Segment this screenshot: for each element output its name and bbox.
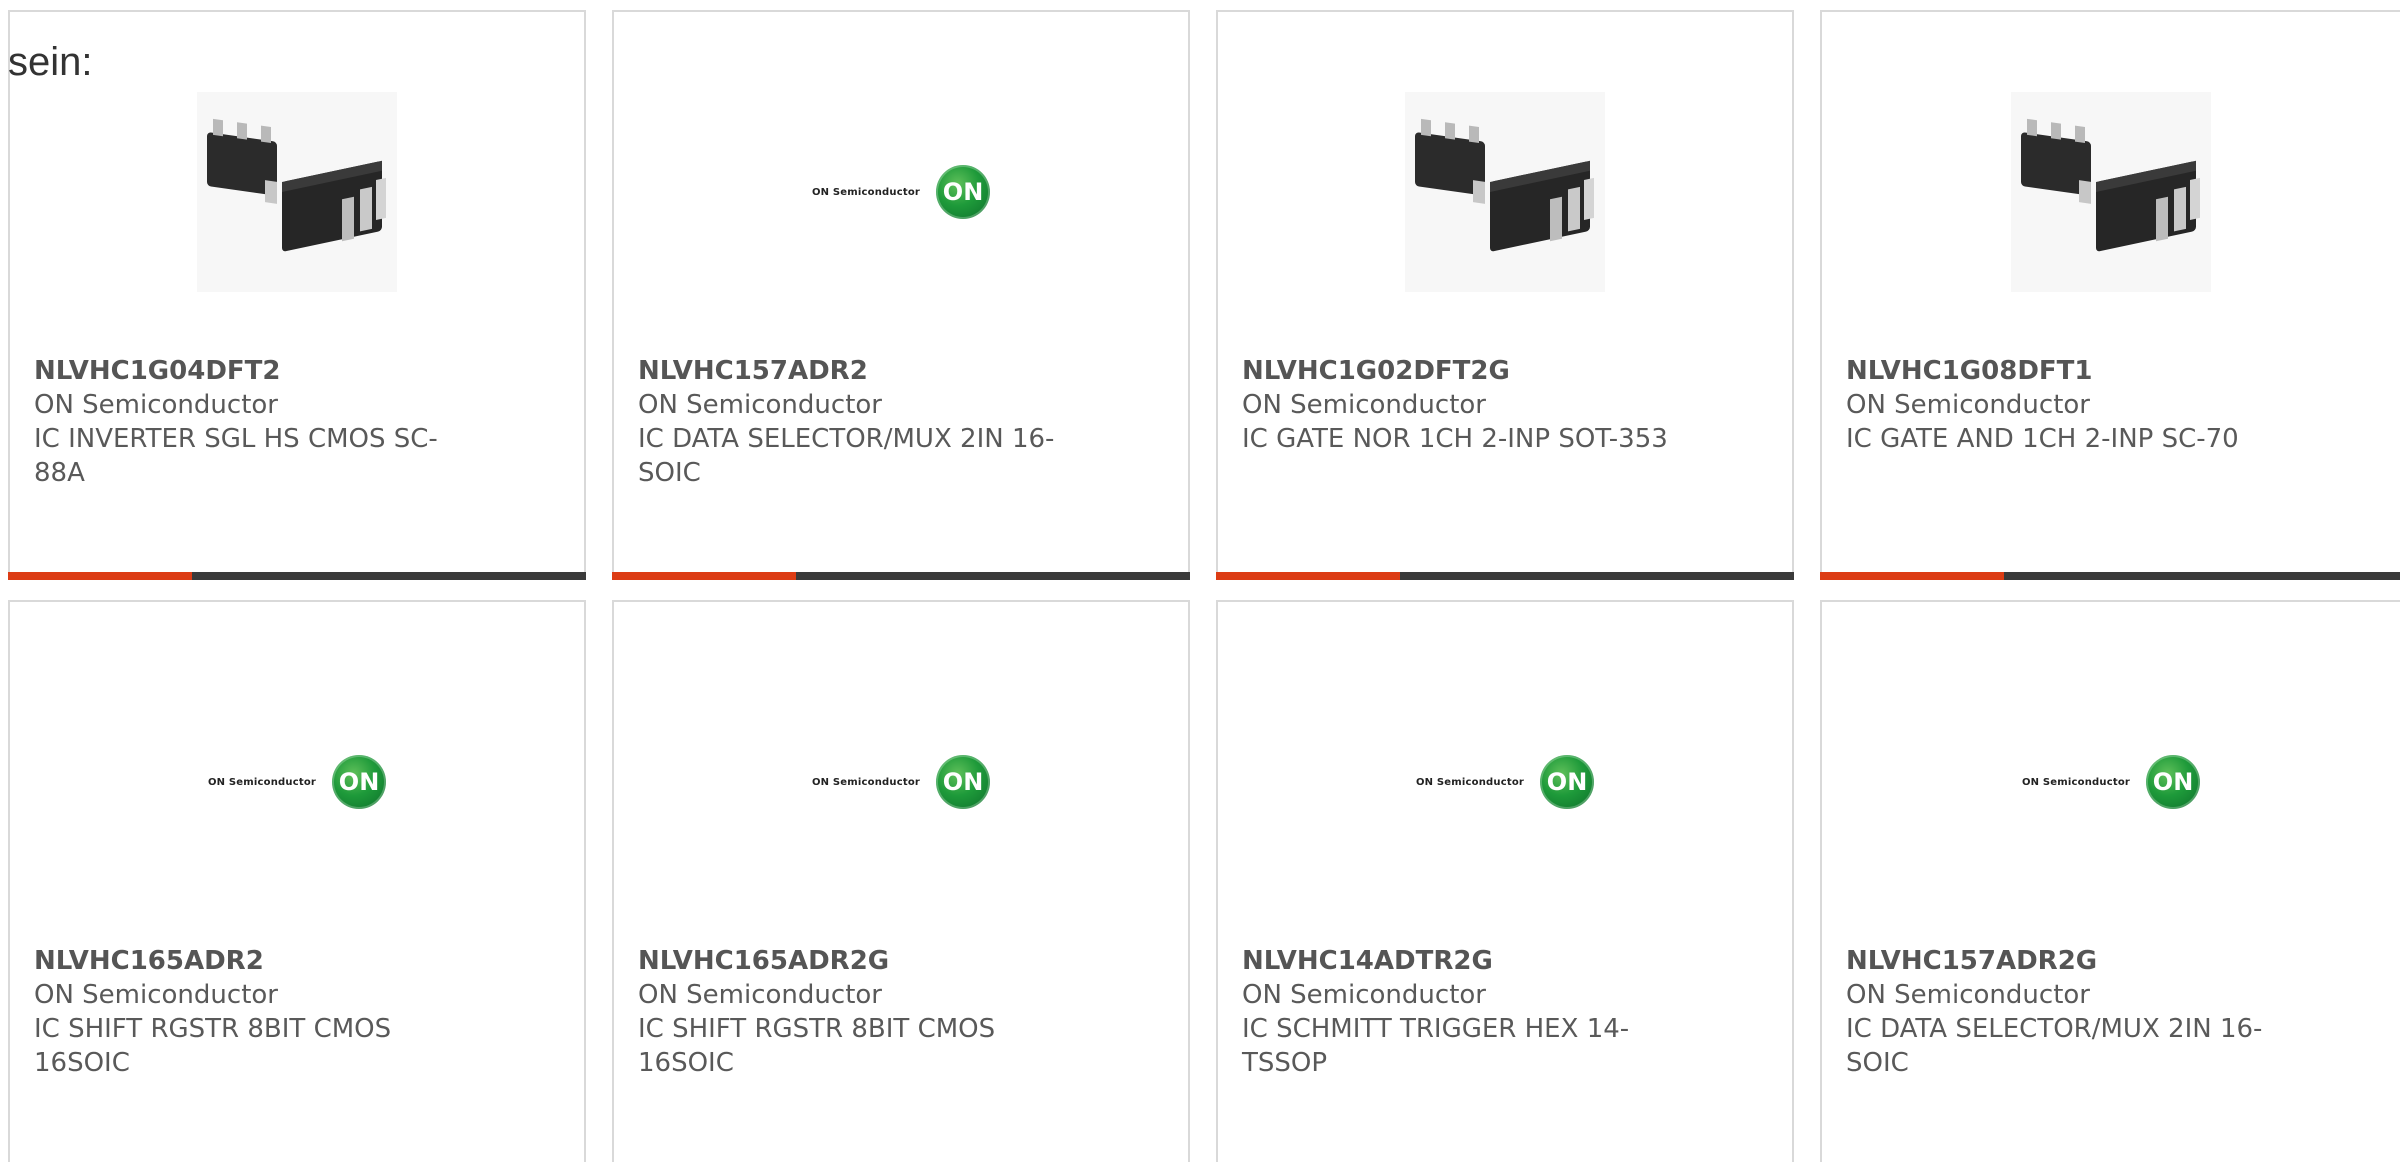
product-image-sc88-package (1218, 87, 1792, 297)
product-card[interactable]: NLVHC1G08DFT1 ON Semiconductor IC GATE A… (1820, 10, 2400, 580)
product-description: IC SHIFT RGSTR 8BIT CMOS 16SOIC (638, 1014, 996, 1078)
product-image-on-semiconductor-logo: ON Semiconductor ON (1822, 677, 2400, 887)
product-part-number[interactable]: NLVHC165ADR2G (638, 944, 1068, 978)
product-manufacturer: ON Semiconductor (1242, 390, 1486, 420)
lead-text: sein: (8, 40, 93, 84)
card-footer-accent (1820, 572, 2004, 580)
sc88-package-icon (1405, 92, 1605, 292)
logo-wordmark: ON Semiconductor (1415, 776, 1525, 788)
product-description: IC SCHMITT TRIGGER HEX 14-TSSOP (1242, 1014, 1630, 1078)
logo-wordmark: ON Semiconductor (811, 186, 921, 198)
product-manufacturer: ON Semiconductor (638, 390, 882, 420)
product-image-on-semiconductor-logo: ON Semiconductor ON (10, 677, 584, 887)
card-footer-accent (1216, 572, 1400, 580)
sc88-package-icon (2011, 92, 2211, 292)
product-description: IC DATA SELECTOR/MUX 2IN 16-SOIC (1846, 1014, 2263, 1078)
product-card[interactable]: ON Semiconductor ON NLVHC14ADTR2G ON Sem… (1216, 600, 1794, 1162)
logo-wordmark: ON Semiconductor (207, 776, 317, 788)
product-description: IC GATE AND 1CH 2-INP SC-70 (1846, 424, 2239, 454)
product-manufacturer: ON Semiconductor (1846, 980, 2090, 1010)
product-info: NLVHC1G02DFT2G ON Semiconductor IC GATE … (1242, 354, 1672, 456)
product-part-number[interactable]: NLVHC1G02DFT2G (1242, 354, 1672, 388)
product-image-sc88-package (10, 87, 584, 297)
product-card[interactable]: ON Semiconductor ON NLVHC165ADR2G ON Sem… (612, 600, 1190, 1162)
on-semiconductor-logo-icon: ON Semiconductor ON (811, 755, 991, 809)
on-semiconductor-logo-icon: ON Semiconductor ON (207, 755, 387, 809)
product-image-on-semiconductor-logo: ON Semiconductor ON (1218, 677, 1792, 887)
product-manufacturer: ON Semiconductor (34, 390, 278, 420)
product-image-on-semiconductor-logo: ON Semiconductor ON (614, 677, 1188, 887)
sc88-package-icon (197, 92, 397, 292)
on-semiconductor-logo-icon: ON Semiconductor ON (2021, 755, 2201, 809)
product-info: NLVHC14ADTR2G ON Semiconductor IC SCHMIT… (1242, 944, 1672, 1080)
card-footer-accent (8, 572, 192, 580)
product-info: NLVHC157ADR2 ON Semiconductor IC DATA SE… (638, 354, 1068, 490)
logo-mark: ON (332, 755, 387, 809)
product-part-number[interactable]: NLVHC165ADR2 (34, 944, 464, 978)
card-footer-bar (1820, 572, 2400, 580)
logo-wordmark: ON Semiconductor (2021, 776, 2131, 788)
card-footer-bar (1216, 572, 1794, 580)
product-part-number[interactable]: NLVHC157ADR2G (1846, 944, 2276, 978)
product-info: NLVHC165ADR2G ON Semiconductor IC SHIFT … (638, 944, 1068, 1080)
product-manufacturer: ON Semiconductor (1846, 390, 2090, 420)
product-part-number[interactable]: NLVHC157ADR2 (638, 354, 1068, 388)
on-semiconductor-logo-icon: ON Semiconductor ON (1415, 755, 1595, 809)
product-card[interactable]: ON Semiconductor ON NLVHC157ADR2 ON Semi… (612, 10, 1190, 580)
product-info: NLVHC157ADR2G ON Semiconductor IC DATA S… (1846, 944, 2276, 1080)
logo-wordmark: ON Semiconductor (811, 776, 921, 788)
card-footer-bar (612, 572, 1190, 580)
product-card[interactable]: NLVHC1G02DFT2G ON Semiconductor IC GATE … (1216, 10, 1794, 580)
logo-mark: ON (2146, 755, 2201, 809)
product-info: NLVHC1G08DFT1 ON Semiconductor IC GATE A… (1846, 354, 2276, 456)
product-info: NLVHC165ADR2 ON Semiconductor IC SHIFT R… (34, 944, 464, 1080)
product-manufacturer: ON Semiconductor (1242, 980, 1486, 1010)
product-manufacturer: ON Semiconductor (34, 980, 278, 1010)
product-grid: NLVHC1G04DFT2 ON Semiconductor IC INVERT… (0, 0, 2400, 1162)
product-manufacturer: ON Semiconductor (638, 980, 882, 1010)
product-image-on-semiconductor-logo: ON Semiconductor ON (614, 87, 1188, 297)
product-info: NLVHC1G04DFT2 ON Semiconductor IC INVERT… (34, 354, 464, 490)
logo-mark: ON (936, 755, 991, 809)
on-semiconductor-logo-icon: ON Semiconductor ON (811, 165, 991, 219)
product-card[interactable]: NLVHC1G04DFT2 ON Semiconductor IC INVERT… (8, 10, 586, 580)
page: NLVHC1G04DFT2 ON Semiconductor IC INVERT… (0, 0, 2400, 1162)
product-description: IC GATE NOR 1CH 2-INP SOT-353 (1242, 424, 1668, 454)
card-footer-accent (612, 572, 796, 580)
product-card[interactable]: ON Semiconductor ON NLVHC165ADR2 ON Semi… (8, 600, 586, 1162)
product-part-number[interactable]: NLVHC1G04DFT2 (34, 354, 464, 388)
product-part-number[interactable]: NLVHC14ADTR2G (1242, 944, 1672, 978)
card-footer-bar (8, 572, 586, 580)
product-image-sc88-package (1822, 87, 2400, 297)
product-description: IC SHIFT RGSTR 8BIT CMOS 16SOIC (34, 1014, 392, 1078)
product-description: IC INVERTER SGL HS CMOS SC-88A (34, 424, 438, 488)
product-description: IC DATA SELECTOR/MUX 2IN 16-SOIC (638, 424, 1055, 488)
product-card[interactable]: ON Semiconductor ON NLVHC157ADR2G ON Sem… (1820, 600, 2400, 1162)
logo-mark: ON (936, 165, 991, 219)
logo-mark: ON (1540, 755, 1595, 809)
product-part-number[interactable]: NLVHC1G08DFT1 (1846, 354, 2276, 388)
